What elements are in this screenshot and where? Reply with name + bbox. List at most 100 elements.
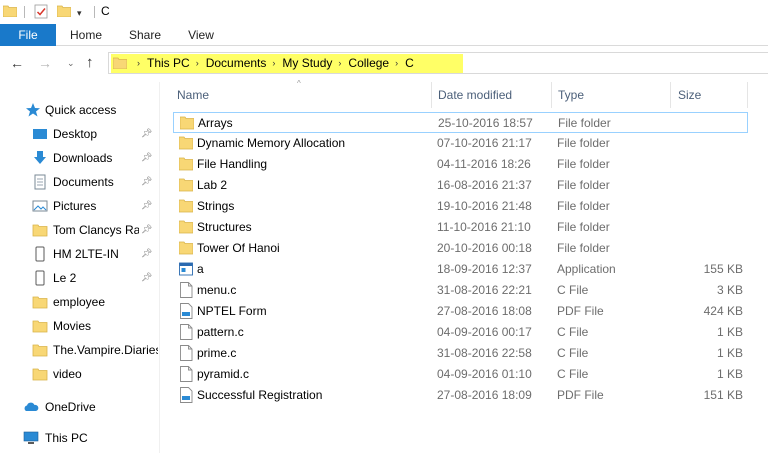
table-row[interactable]: Structures 11-10-2016 21:10 File folder <box>173 217 748 238</box>
file-name: Lab 2 <box>197 178 228 192</box>
chevron-right-icon[interactable]: › <box>272 58 275 68</box>
forward-arrow-icon[interactable]: → <box>38 55 52 71</box>
table-row[interactable]: Strings 19-10-2016 21:48 File folder <box>173 196 748 217</box>
folder-icon[interactable] <box>3 5 17 17</box>
sidebar-item-pictures[interactable]: Pictures 📌︎ <box>0 195 158 217</box>
sidebar-item-label: OneDrive <box>45 400 96 414</box>
sidebar-item-movies[interactable]: Movies <box>0 315 158 337</box>
file-type: C File <box>557 325 589 339</box>
pin-icon[interactable]: 📌︎ <box>141 224 152 235</box>
pdf-icon <box>180 303 193 319</box>
file-date-modified: 16-08-2016 21:37 <box>437 178 532 192</box>
chevron-right-icon[interactable]: › <box>196 58 199 68</box>
sidebar-item-hm-2lte[interactable]: HM 2LTE-IN 📌︎ <box>0 243 158 265</box>
tab-file[interactable]: File <box>0 24 56 46</box>
column-header-date[interactable]: Date modified <box>438 82 512 108</box>
folder-icon <box>32 344 48 357</box>
toolbar-separator <box>94 6 95 18</box>
address-bar[interactable]: › This PC › Documents › My Study › Colle… <box>108 52 768 74</box>
new-folder-icon[interactable] <box>57 5 71 17</box>
file-type: File folder <box>557 178 610 192</box>
table-row[interactable]: File Handling 04-11-2016 18:26 File folder <box>173 154 748 175</box>
sidebar-item-downloads[interactable]: Downloads 📌︎ <box>0 147 158 169</box>
folder-icon <box>179 136 193 150</box>
file-list: ^ Name Date modified Type Size Arrays 25-… <box>161 79 768 453</box>
sidebar-item-tom-clancys[interactable]: Tom Clancys Rai 📌︎ <box>0 219 158 241</box>
sidebar-item-onedrive[interactable]: OneDrive <box>0 396 158 418</box>
sidebar-item-employee[interactable]: employee <box>0 291 158 313</box>
sidebar-item-label: Tom Clancys Rai <box>53 223 139 237</box>
customize-quick-access-icon[interactable]: ▾ <box>77 8 82 19</box>
tab-home[interactable]: Home <box>66 24 106 46</box>
column-divider[interactable] <box>747 82 748 108</box>
sidebar-item-this-pc[interactable]: This PC <box>0 427 158 449</box>
recent-locations-icon[interactable]: ⌄ <box>67 58 75 69</box>
breadcrumb-college[interactable]: College <box>348 56 389 70</box>
table-row[interactable]: pyramid.c 04-09-2016 01:10 C File 1 KB <box>173 364 748 385</box>
table-row[interactable]: Successful Registration 27-08-2016 18:09 P… <box>173 385 748 406</box>
chevron-right-icon[interactable]: › <box>395 58 398 68</box>
sidebar-item-label: HM 2LTE-IN <box>53 247 119 261</box>
column-divider[interactable] <box>431 82 432 108</box>
table-row[interactable]: menu.c 31-08-2016 22:21 C File 3 KB <box>173 280 748 301</box>
star-icon <box>26 103 40 117</box>
table-row[interactable]: Lab 2 16-08-2016 21:37 File folder <box>173 175 748 196</box>
pin-icon[interactable]: 📌︎ <box>141 152 152 163</box>
table-row[interactable]: Arrays 25-10-2016 18:57 File folder <box>173 112 748 133</box>
pin-icon[interactable]: 📌︎ <box>141 176 152 187</box>
file-date-modified: 20-10-2016 00:18 <box>437 241 532 255</box>
folder-icon <box>179 199 193 213</box>
file-size: 3 KB <box>716 283 743 297</box>
column-header-name[interactable]: Name <box>177 82 209 108</box>
chevron-right-icon[interactable]: › <box>338 58 341 68</box>
table-row[interactable]: a 18-09-2016 12:37 Application 155 KB <box>173 259 748 280</box>
file-type: File folder <box>557 136 610 150</box>
table-row[interactable]: prime.c 31-08-2016 22:58 C File 1 KB <box>173 343 748 364</box>
back-arrow-icon[interactable]: ← <box>10 55 24 71</box>
pin-icon[interactable]: 📌︎ <box>141 272 152 283</box>
file-type: C File <box>557 283 589 297</box>
table-row[interactable]: NPTEL Form 27-08-2016 18:08 PDF File 424 KB <box>173 301 748 322</box>
ribbon-tabs: File Home Share View <box>0 24 768 46</box>
table-row[interactable]: pattern.c 04-09-2016 00:17 C File 1 KB <box>173 322 748 343</box>
file-date-modified: 25-10-2016 18:57 <box>438 116 533 130</box>
tab-view[interactable]: View <box>186 24 216 46</box>
sidebar-item-label: Movies <box>53 319 92 333</box>
properties-icon[interactable] <box>34 3 48 19</box>
column-header-type[interactable]: Type <box>558 82 584 108</box>
sidebar-item-label: Documents <box>53 175 114 189</box>
file-size: 151 KB <box>703 388 743 402</box>
chevron-right-icon[interactable]: › <box>137 58 140 68</box>
sidebar-item-vampire-diaries[interactable]: The.Vampire.Diaries <box>0 339 158 361</box>
table-row[interactable]: Tower Of Hanoi 20-10-2016 00:18 File folde… <box>173 238 748 259</box>
sidebar-item-video[interactable]: video <box>0 363 158 385</box>
pin-icon[interactable]: 📌︎ <box>141 128 152 139</box>
tab-share[interactable]: Share <box>126 24 164 46</box>
desktop-icon <box>33 129 47 139</box>
file-type: PDF File <box>557 304 604 318</box>
breadcrumb-this-pc[interactable]: This PC <box>147 56 190 70</box>
file-date-modified: 27-08-2016 18:09 <box>437 388 532 402</box>
breadcrumb-documents[interactable]: Documents <box>206 56 267 70</box>
sidebar-item-desktop[interactable]: Desktop 📌︎ <box>0 123 158 145</box>
breadcrumb-c[interactable]: C <box>405 56 414 70</box>
sidebar-item-label: Pictures <box>53 199 97 213</box>
sidebar-item-label: Downloads <box>53 151 113 165</box>
breadcrumb-my-study[interactable]: My Study <box>282 56 332 70</box>
pin-icon[interactable]: 📌︎ <box>141 200 152 211</box>
column-header-size[interactable]: Size <box>678 82 701 108</box>
folder-icon <box>179 220 193 234</box>
sidebar-item-label: Quick access <box>45 103 117 117</box>
up-arrow-icon[interactable]: ↑ <box>86 54 94 71</box>
pin-icon[interactable]: 📌︎ <box>141 248 152 259</box>
column-divider[interactable] <box>551 82 552 108</box>
column-divider[interactable] <box>670 82 671 108</box>
sidebar-item-le-2[interactable]: Le 2 📌︎ <box>0 267 158 289</box>
table-row[interactable]: Dynamic Memory Allocation 07-10-2016 21:1… <box>173 133 748 154</box>
navigation-bar: ← → ⌄ ↑ › This PC › Documents › My Study… <box>0 46 768 82</box>
sidebar-item-documents[interactable]: Documents 📌︎ <box>0 171 158 193</box>
file-name: Strings <box>197 199 235 213</box>
sidebar-item-quick-access[interactable]: Quick access <box>0 99 158 121</box>
file-size: 1 KB <box>716 346 743 360</box>
file-name: pyramid.c <box>197 367 250 381</box>
